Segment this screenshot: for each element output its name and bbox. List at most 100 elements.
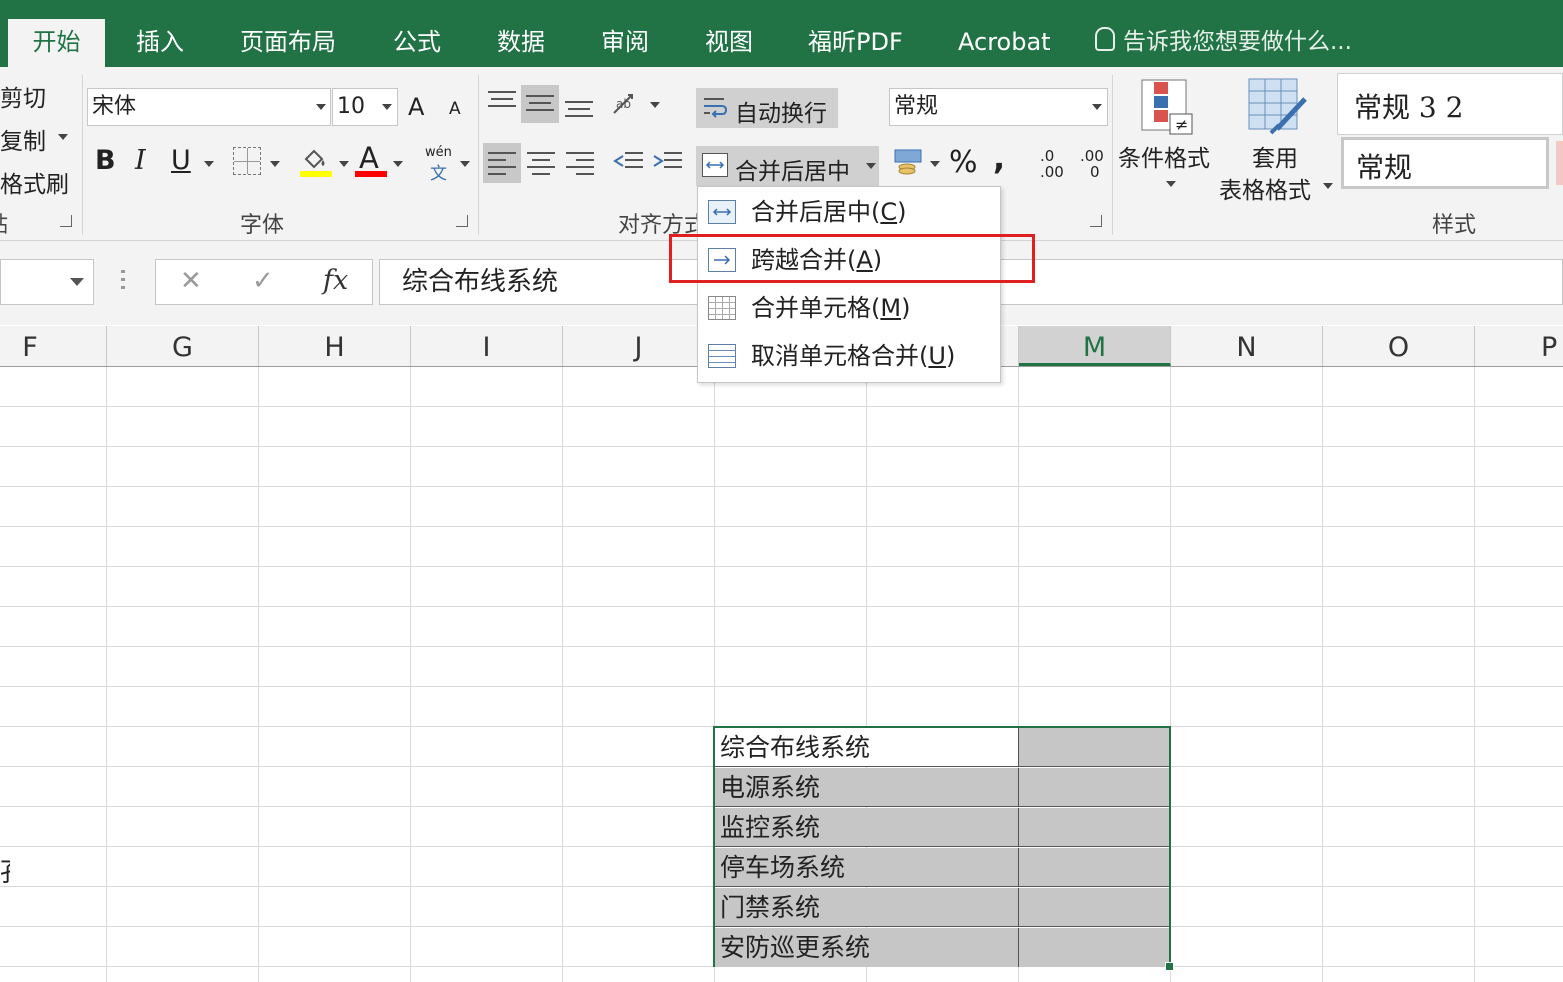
font-color-button[interactable]: A xyxy=(359,141,379,175)
table-format-button[interactable]: 表格格式 xyxy=(1219,171,1311,205)
table-row: 门禁系统 xyxy=(715,888,1169,928)
borders-icon[interactable] xyxy=(233,147,261,175)
font-launcher-icon[interactable] xyxy=(456,215,468,227)
cell[interactable]: 监控系统 xyxy=(715,808,1019,847)
copy-dropdown-icon[interactable] xyxy=(58,134,68,140)
decrease-indent-icon[interactable] xyxy=(613,152,643,174)
menu-item-merge-center[interactable]: 合并后居中(C) xyxy=(698,189,998,235)
cell[interactable]: 综合布线系统 xyxy=(715,728,1019,767)
clipboard-launcher-icon[interactable] xyxy=(60,215,72,227)
tab-acrobat[interactable]: Acrobat xyxy=(958,20,1051,64)
tab-view[interactable]: 视图 xyxy=(705,20,753,64)
chevron-down-icon[interactable] xyxy=(393,161,403,167)
align-top-icon[interactable] xyxy=(488,89,516,111)
menu-item-merge-cells[interactable]: 合并单元格(M) xyxy=(698,285,998,331)
column-header-selected[interactable]: M xyxy=(1019,326,1171,366)
column-header[interactable]: G xyxy=(107,326,259,366)
fill-handle[interactable] xyxy=(1165,962,1174,971)
cell[interactable] xyxy=(1019,728,1169,767)
column-header[interactable]: I xyxy=(411,326,563,366)
bold-button[interactable]: B xyxy=(95,145,116,176)
cell[interactable] xyxy=(1019,848,1169,887)
enter-icon[interactable]: ✓ xyxy=(252,266,274,296)
table-row: 停车场系统 xyxy=(715,848,1169,888)
number-format-select[interactable]: 常规 xyxy=(889,88,1108,126)
grow-font-button[interactable]: A xyxy=(408,93,424,121)
selected-range[interactable]: 综合布线系统 电源系统 监控系统 停车场系统 门禁系统 安防巡更系统 xyxy=(713,726,1171,967)
chevron-down-icon[interactable] xyxy=(70,278,84,286)
cell[interactable]: 电源系统 xyxy=(715,768,1019,807)
tab-review[interactable]: 审阅 xyxy=(601,20,649,64)
fill-color-icon[interactable] xyxy=(302,147,328,169)
chevron-down-icon[interactable] xyxy=(382,104,392,110)
conditional-format-icon: ≠ xyxy=(1140,78,1194,136)
cell[interactable]: 安防巡更系统 xyxy=(715,928,1019,967)
number-launcher-icon[interactable] xyxy=(1090,215,1102,227)
table-row: 安防巡更系统 xyxy=(715,928,1169,968)
percent-style-button[interactable]: % xyxy=(949,145,978,180)
column-header[interactable]: P xyxy=(1475,326,1563,366)
font-size-value: 10 xyxy=(337,94,365,119)
align-bottom-icon[interactable] xyxy=(565,97,593,119)
tell-me-search[interactable]: 告诉我您想要做什么... xyxy=(1095,22,1352,62)
column-header[interactable]: F xyxy=(0,326,107,366)
chevron-down-icon[interactable] xyxy=(316,104,326,110)
tab-insert[interactable]: 插入 xyxy=(136,20,184,64)
tab-foxit-pdf[interactable]: 福昕PDF xyxy=(808,20,903,64)
style-cell-normal[interactable]: 常规 xyxy=(1341,137,1549,189)
copy-button[interactable]: 复制 xyxy=(0,122,46,156)
font-name-select[interactable]: 宋体 xyxy=(87,88,331,126)
align-right-icon[interactable] xyxy=(566,152,594,175)
chevron-down-icon[interactable] xyxy=(270,161,280,167)
menu-item-unmerge-cells[interactable]: 取消单元格合并(U) xyxy=(698,333,998,379)
column-header[interactable]: H xyxy=(259,326,411,366)
insert-function-button[interactable]: fx xyxy=(323,265,348,296)
tab-formulas[interactable]: 公式 xyxy=(393,20,441,64)
chevron-down-icon[interactable] xyxy=(650,102,660,108)
chevron-down-icon[interactable] xyxy=(339,161,349,167)
cell[interactable] xyxy=(1019,888,1169,927)
phonetic-guide-button[interactable]: 文 xyxy=(430,159,447,184)
chevron-down-icon[interactable] xyxy=(1166,181,1176,187)
style-cell-normal-3-2[interactable]: 常规 3 2 xyxy=(1337,73,1563,135)
cell[interactable]: 门禁系统 xyxy=(715,888,1019,927)
italic-button[interactable]: I xyxy=(135,145,146,176)
accounting-format-icon[interactable] xyxy=(893,147,925,175)
chevron-down-icon[interactable] xyxy=(1092,104,1102,110)
tab-home[interactable]: 开始 xyxy=(8,19,105,67)
chevron-down-icon[interactable] xyxy=(1323,183,1333,189)
format-painter-button[interactable]: 格式刷 xyxy=(0,165,69,199)
wrap-text-icon xyxy=(702,95,728,119)
chevron-down-icon[interactable] xyxy=(204,161,214,167)
orientation-icon[interactable]: ab xyxy=(612,91,646,119)
cell[interactable]: 停车场系统 xyxy=(715,848,1019,887)
chevron-down-icon[interactable] xyxy=(930,161,940,167)
underline-button[interactable]: U xyxy=(171,145,191,176)
decrease-decimal-button[interactable]: 0 xyxy=(1090,163,1100,181)
cell[interactable] xyxy=(1019,928,1169,967)
cell[interactable] xyxy=(1019,768,1169,807)
tab-page-layout[interactable]: 页面布局 xyxy=(240,20,336,64)
menu-item-label: 取消单元格合并(U) xyxy=(751,342,956,370)
comma-style-button[interactable]: , xyxy=(993,139,1005,177)
column-header[interactable]: J xyxy=(563,326,715,366)
increase-decimal-button[interactable]: .00 xyxy=(1040,163,1064,181)
cell[interactable] xyxy=(1019,808,1169,847)
splitter-handle[interactable] xyxy=(121,270,125,294)
increase-indent-icon[interactable] xyxy=(652,152,682,174)
wrap-text-label: 自动换行 xyxy=(735,101,827,127)
chevron-down-icon[interactable] xyxy=(460,161,470,167)
font-color-swatch xyxy=(355,171,387,177)
conditional-format-button[interactable]: 条件格式 xyxy=(1118,139,1210,173)
column-header[interactable]: N xyxy=(1171,326,1323,366)
cut-button[interactable]: 剪切 xyxy=(0,79,46,113)
tab-data[interactable]: 数据 xyxy=(497,20,545,64)
style-cell-bad[interactable] xyxy=(1556,141,1563,185)
lightbulb-icon xyxy=(1095,27,1115,51)
cancel-icon[interactable]: ✕ xyxy=(180,266,202,296)
align-center-icon[interactable] xyxy=(527,152,555,175)
shrink-font-button[interactable]: A xyxy=(449,99,461,119)
merge-dropdown-menu: 合并后居中(C) 跨越合并(A) 合并单元格(M) 取消单元格合并(U) xyxy=(697,186,1001,383)
column-header[interactable]: O xyxy=(1323,326,1475,366)
chevron-down-icon[interactable] xyxy=(866,163,876,169)
